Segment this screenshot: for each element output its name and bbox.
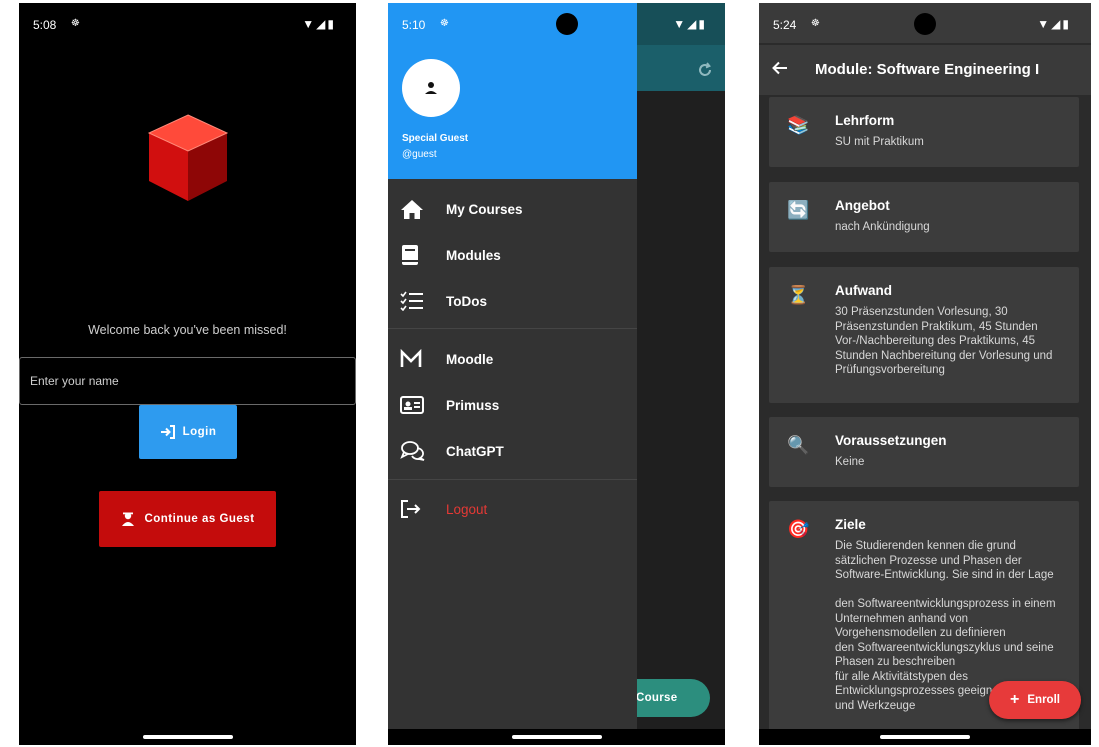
menu-divider <box>388 479 637 480</box>
info-card-angebot: 🔄 Angebot nach Ankündigung <box>769 182 1079 252</box>
page-title: Module: Software Engineering I <box>815 61 1040 78</box>
login-label: Login <box>182 426 217 438</box>
refresh-icon[interactable] <box>696 61 714 79</box>
home-icon <box>388 198 446 220</box>
books-icon: 📚 <box>787 115 810 135</box>
notification-icon: ☸ <box>811 18 820 29</box>
menu-label: ToDos <box>446 293 487 309</box>
menu-label: Logout <box>446 501 488 517</box>
moodle-icon <box>388 349 446 369</box>
menu-item-my-courses[interactable]: My Courses <box>388 187 637 231</box>
name-input[interactable] <box>19 357 356 405</box>
guest-label: Continue as Guest <box>144 513 255 525</box>
menu-item-todos[interactable]: ToDos <box>388 279 637 323</box>
status-bar: 5:08 ☸ ▼◢▮ <box>19 3 356 43</box>
gesture-bar <box>511 735 602 739</box>
card-title: Voraussetzungen <box>835 433 947 448</box>
menu-label: My Courses <box>446 201 523 217</box>
fab-enroll-label: Enroll <box>1027 694 1060 706</box>
chat-icon <box>388 440 446 462</box>
card-title: Lehrform <box>835 113 895 128</box>
status-bar: 5:24 ☸ ▼◢▮ <box>759 3 1091 43</box>
module-detail-screen: 5:24 ☸ ▼◢▮ Module: Software Engineering … <box>759 3 1091 745</box>
enroll-fab[interactable]: + Enroll <box>989 681 1081 719</box>
book-icon <box>388 244 446 266</box>
signal-battery-icon: ▼◢▮ <box>302 17 336 31</box>
logout-icon <box>388 499 446 519</box>
info-card-aufwand: ⏳ Aufwand 30 Präsenzstunden Vorlesung, 3… <box>769 267 1079 403</box>
drawer-screen: Course 5:10 ☸ Special Guest @guest My Co… <box>388 3 725 745</box>
checklist-icon <box>388 291 446 311</box>
menu-item-primuss[interactable]: Primuss <box>388 383 637 427</box>
continue-as-guest-button[interactable]: Continue as Guest <box>99 491 276 547</box>
guest-user-icon <box>122 512 135 526</box>
menu-label: Primuss <box>446 397 500 413</box>
hourglass-icon: ⏳ <box>787 285 810 305</box>
card-title: Angebot <box>835 198 890 213</box>
login-button[interactable]: Login <box>139 405 237 459</box>
plus-icon: + <box>1010 691 1020 708</box>
menu-label: ChatGPT <box>446 443 504 459</box>
card-body: Keine <box>835 456 865 468</box>
camera-hole <box>556 13 578 35</box>
menu-item-moodle[interactable]: Moodle <box>388 337 637 381</box>
card-body: 30 Präsenzstunden Vorlesung, 30 Präsenzs… <box>835 306 1053 376</box>
repeat-icon: 🔄 <box>787 200 810 220</box>
camera-hole <box>914 13 936 35</box>
magnifier-icon: 🔍 <box>787 435 810 455</box>
user-handle: @guest <box>402 149 437 160</box>
avatar[interactable] <box>402 59 460 117</box>
card-title: Aufwand <box>835 283 892 298</box>
menu-divider <box>388 328 637 329</box>
target-icon: 🎯 <box>787 519 810 539</box>
menu-item-chatgpt[interactable]: ChatGPT <box>388 429 637 473</box>
info-card-lehrform: 📚 Lehrform SU mit Praktikum <box>769 97 1079 167</box>
login-screen: 5:08 ☸ ▼◢▮ Welcome back you've been miss… <box>19 3 356 745</box>
back-arrow-icon[interactable] <box>771 59 789 77</box>
login-icon <box>160 425 175 439</box>
menu-label: Moodle <box>446 351 494 367</box>
notification-icon: ☸ <box>71 18 80 29</box>
card-body: SU mit Praktikum <box>835 136 924 148</box>
signal-battery-icon: ▼◢▮ <box>1037 17 1071 31</box>
user-name: Special Guest <box>402 133 469 144</box>
info-card-voraussetzungen: 🔍 Voraussetzungen Keine <box>769 417 1079 487</box>
card-title: Ziele <box>835 517 866 532</box>
camera-cutout <box>388 3 725 43</box>
id-card-icon <box>388 396 446 414</box>
person-icon <box>425 82 437 94</box>
menu-item-modules[interactable]: Modules <box>388 233 637 277</box>
welcome-text: Welcome back you've been missed! <box>88 323 287 337</box>
gesture-bar <box>880 735 970 739</box>
status-time: 5:08 <box>33 18 57 32</box>
gesture-bar <box>142 735 233 739</box>
card-body: nach Ankündigung <box>835 221 930 233</box>
fab-course-label: Course <box>636 692 678 704</box>
menu-label: Modules <box>446 247 501 263</box>
app-logo-cube-icon <box>147 114 229 201</box>
status-time: 5:24 <box>773 18 797 32</box>
navigation-drawer: 5:10 ☸ Special Guest @guest My Courses M <box>388 3 637 745</box>
menu-item-logout[interactable]: Logout <box>388 487 637 531</box>
